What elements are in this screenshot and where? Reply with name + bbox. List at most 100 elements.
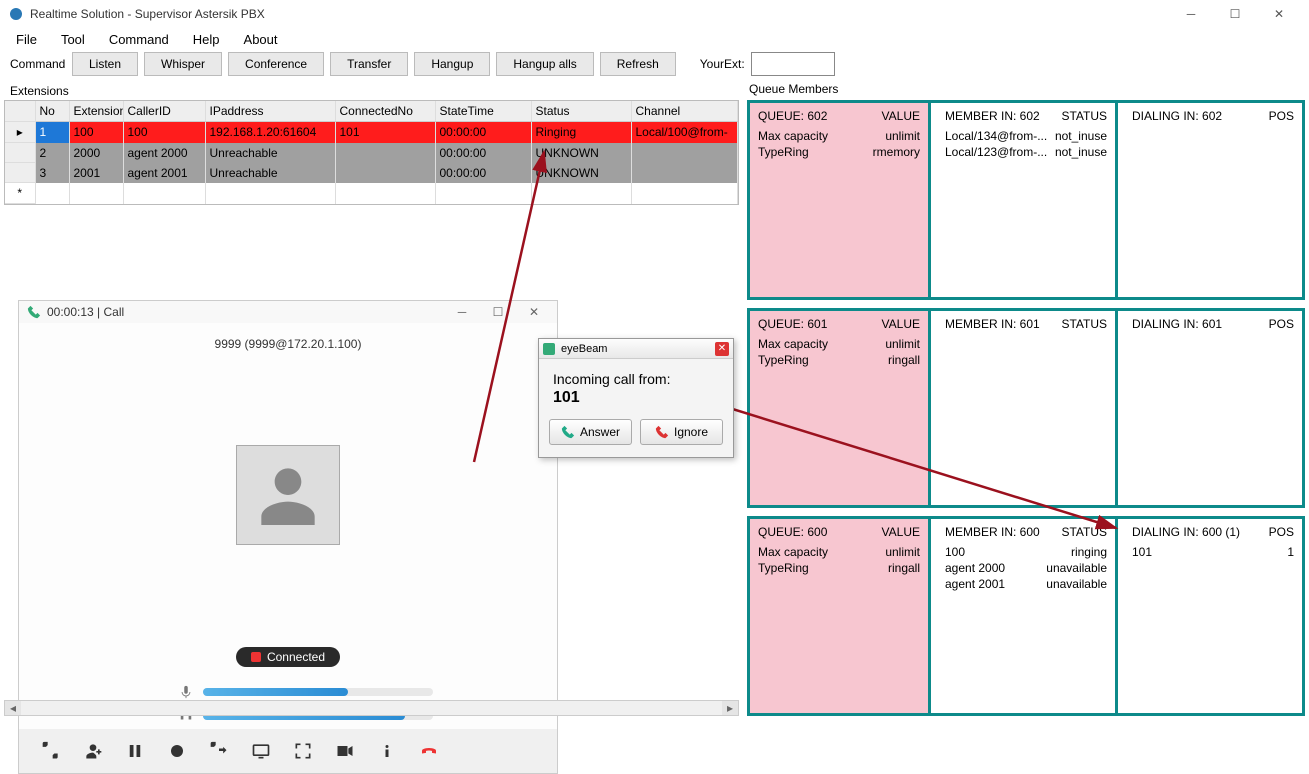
extensions-grid[interactable]: No Extension CallerID IPaddress Connecte… xyxy=(4,100,739,205)
value-header: VALUE xyxy=(882,525,920,539)
col-statetime[interactable]: StateTime xyxy=(435,101,531,122)
queue-name: QUEUE: 600 xyxy=(758,525,827,539)
col-extension[interactable]: Extension xyxy=(69,101,123,122)
scroll-right-icon[interactable]: ▸ xyxy=(722,701,738,715)
conference-button[interactable]: Conference xyxy=(228,52,324,76)
dialing-header: DIALING IN: 601 xyxy=(1132,317,1222,331)
dialing-cell[interactable]: DIALING IN: 602POS xyxy=(1124,103,1302,297)
hangupalls-button[interactable]: Hangup alls xyxy=(496,52,593,76)
panel-close-button[interactable]: ✕ xyxy=(519,305,549,319)
mic-level-bar[interactable] xyxy=(203,688,433,696)
member-header: MEMBER IN: 602 xyxy=(945,109,1040,123)
member-cell[interactable]: MEMBER IN: 600STATUS100ringingagent 2000… xyxy=(937,519,1118,713)
incoming-call-label: Incoming call from: xyxy=(553,371,719,387)
microphone-icon xyxy=(179,685,193,699)
menubar: File Tool Command Help About xyxy=(0,28,1309,50)
col-no[interactable]: No xyxy=(35,101,69,122)
scroll-left-icon[interactable]: ◂ xyxy=(5,701,21,715)
call-status-badge: Connected xyxy=(236,647,340,667)
app-icon xyxy=(8,6,24,22)
panel-minimize-button[interactable]: ─ xyxy=(447,305,477,319)
phone-answer-icon xyxy=(561,425,575,439)
record-button-icon[interactable] xyxy=(165,739,189,763)
queue-row: QUEUE: 602VALUEMax capacityunlimitTypeRi… xyxy=(747,100,1305,300)
member-header: MEMBER IN: 600 xyxy=(945,525,1040,539)
caller-id: 9999 (9999@172.20.1.100) xyxy=(19,323,557,357)
menu-file[interactable]: File xyxy=(16,32,37,47)
call-panel-titlebar: 00:00:13 | Call ─ ☐ ✕ xyxy=(19,301,557,323)
grid-header-row: No Extension CallerID IPaddress Connecte… xyxy=(5,101,738,122)
yourext-input[interactable] xyxy=(751,52,835,76)
eyebeam-icon xyxy=(543,343,555,355)
command-label: Command xyxy=(10,57,66,71)
status-header: STATUS xyxy=(1061,317,1107,331)
col-channel[interactable]: Channel xyxy=(631,101,738,122)
value-header: VALUE xyxy=(882,317,920,331)
command-toolbar: Command Listen Whisper Conference Transf… xyxy=(0,50,1309,82)
fullscreen-icon[interactable] xyxy=(291,739,315,763)
screenshare-icon[interactable] xyxy=(249,739,273,763)
col-connectedno[interactable]: ConnectedNo xyxy=(335,101,435,122)
horizontal-scrollbar[interactable]: ◂ ▸ xyxy=(4,700,739,716)
extensions-label: Extensions xyxy=(0,82,743,100)
table-row[interactable]: 2 2000 agent 2000 Unreachable 00:00:00 U… xyxy=(5,143,738,163)
answer-button[interactable]: Answer xyxy=(549,419,632,445)
transfer-button[interactable]: Transfer xyxy=(330,52,408,76)
row-indicator-icon: ▸ xyxy=(5,122,35,143)
status-header: STATUS xyxy=(1061,109,1107,123)
col-callerid[interactable]: CallerID xyxy=(123,101,205,122)
transfer-icon[interactable] xyxy=(207,739,231,763)
whisper-button[interactable]: Whisper xyxy=(144,52,222,76)
listen-button[interactable]: Listen xyxy=(72,52,138,76)
queue-info-cell[interactable]: QUEUE: 602VALUEMax capacityunlimitTypeRi… xyxy=(750,103,931,297)
eyebeam-dialog: eyeBeam ✕ Incoming call from: 101 Answer… xyxy=(538,338,734,458)
dialing-header: DIALING IN: 600 (1) xyxy=(1132,525,1240,539)
col-ipaddress[interactable]: IPaddress xyxy=(205,101,335,122)
pause-icon[interactable] xyxy=(123,739,147,763)
info-icon[interactable] xyxy=(375,739,399,763)
queue-info-cell[interactable]: QUEUE: 601VALUEMax capacityunlimitTypeRi… xyxy=(750,311,931,505)
queue-members-label: Queue Members xyxy=(747,82,1305,100)
member-header: MEMBER IN: 601 xyxy=(945,317,1040,331)
ignore-button[interactable]: Ignore xyxy=(640,419,723,445)
panel-maximize-button[interactable]: ☐ xyxy=(483,305,513,319)
refresh-button[interactable]: Refresh xyxy=(600,52,676,76)
dialpad-icon[interactable] xyxy=(39,739,63,763)
queue-name: QUEUE: 601 xyxy=(758,317,827,331)
dialing-cell[interactable]: DIALING IN: 600 (1)POS1011 xyxy=(1124,519,1302,713)
window-minimize-button[interactable]: ─ xyxy=(1169,0,1213,28)
dialing-cell[interactable]: DIALING IN: 601 POS xyxy=(1124,311,1302,505)
hangup-button[interactable]: Hangup xyxy=(414,52,490,76)
window-titlebar: Realtime Solution - Supervisor Astersik … xyxy=(0,0,1309,28)
col-status[interactable]: Status xyxy=(531,101,631,122)
menu-about[interactable]: About xyxy=(244,32,278,47)
call-panel-title: 00:00:13 | Call xyxy=(47,305,441,319)
yourext-label: YourExt: xyxy=(700,57,745,71)
window-close-button[interactable]: ✕ xyxy=(1257,0,1301,28)
pos-header: POS xyxy=(1269,525,1294,539)
eyebeam-titlebar[interactable]: eyeBeam ✕ xyxy=(539,339,733,359)
video-icon[interactable] xyxy=(333,739,357,763)
pos-header: POS xyxy=(1269,317,1294,331)
member-cell[interactable]: MEMBER IN: 601 STATUS xyxy=(937,311,1118,505)
queue-name: QUEUE: 602 xyxy=(758,109,827,123)
pos-header: POS xyxy=(1269,109,1294,123)
queue-row: QUEUE: 601VALUEMax capacityunlimitTypeRi… xyxy=(747,308,1305,508)
avatar xyxy=(236,445,340,545)
end-call-icon[interactable] xyxy=(417,739,441,763)
eyebeam-close-button[interactable]: ✕ xyxy=(715,342,729,356)
table-row[interactable]: 3 2001 agent 2001 Unreachable 00:00:00 U… xyxy=(5,163,738,183)
queue-info-cell[interactable]: QUEUE: 600VALUEMax capacityunlimitTypeRi… xyxy=(750,519,931,713)
call-toolbar xyxy=(19,729,557,773)
menu-tool[interactable]: Tool xyxy=(61,32,85,47)
menu-help[interactable]: Help xyxy=(193,32,220,47)
window-maximize-button[interactable]: ☐ xyxy=(1213,0,1257,28)
status-header: STATUS xyxy=(1061,525,1107,539)
add-contact-icon[interactable] xyxy=(81,739,105,763)
member-cell[interactable]: MEMBER IN: 602STATUSLocal/134@from-...no… xyxy=(937,103,1118,297)
window-title: Realtime Solution - Supervisor Astersik … xyxy=(30,7,1169,21)
menu-command[interactable]: Command xyxy=(109,32,169,47)
value-header: VALUE xyxy=(882,109,920,123)
table-row[interactable]: * xyxy=(5,183,738,204)
table-row[interactable]: ▸ 1 100 100 192.168.1.20:61604 101 00:00… xyxy=(5,122,738,143)
